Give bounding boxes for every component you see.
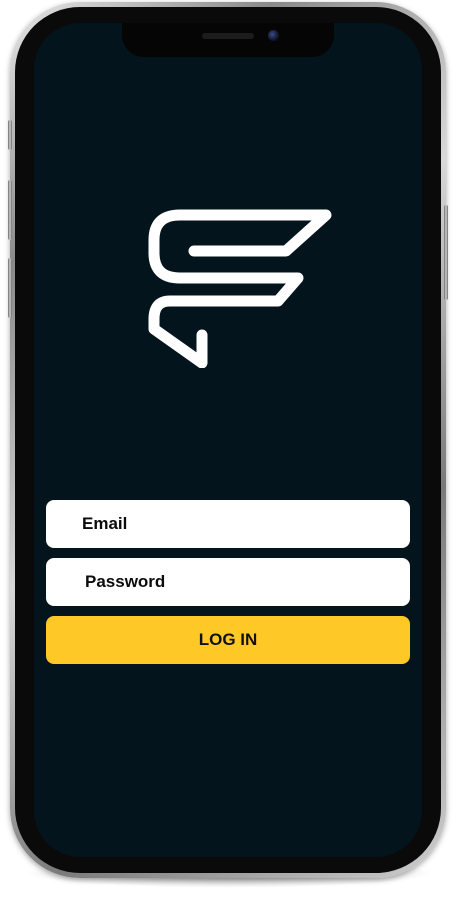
brand-logo-icon: [148, 209, 332, 368]
logo-upper-stroke: [148, 209, 332, 368]
app-screen: Email Password LOG IN: [34, 23, 422, 857]
password-field-label: Password: [85, 572, 166, 591]
login-button[interactable]: LOG IN: [46, 616, 410, 664]
email-field[interactable]: Email: [46, 500, 410, 548]
login-button-label: LOG IN: [198, 630, 258, 649]
device-mockup: Email Password LOG IN: [0, 0, 460, 900]
silent-switch: [8, 120, 12, 150]
front-camera-icon: [268, 30, 279, 41]
speaker-grille: [202, 33, 254, 39]
email-field-label: Email: [82, 514, 128, 533]
volume-down-button: [8, 258, 12, 318]
password-field[interactable]: Password: [46, 558, 410, 606]
notch: [122, 23, 334, 57]
volume-up-button: [8, 180, 12, 240]
power-button: [444, 205, 448, 300]
